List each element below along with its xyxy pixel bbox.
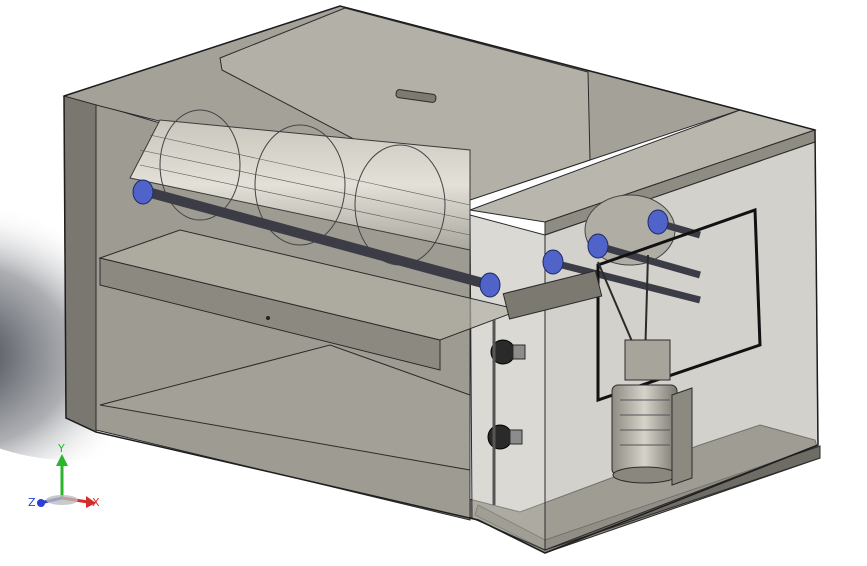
triad-origin: [46, 495, 78, 505]
cad-3d-viewport[interactable]: [0, 0, 867, 562]
front-panel: [469, 214, 546, 551]
bearing-front[interactable]: [479, 272, 501, 298]
bearing-left[interactable]: [132, 179, 154, 205]
y-axis-arrowhead: [56, 454, 68, 466]
bearing-3[interactable]: [587, 233, 609, 259]
z-axis-label: Z: [28, 496, 36, 509]
x-axis-label: X: [92, 496, 100, 509]
motor-mount-bracket: [671, 387, 693, 486]
left-side-panel: [63, 95, 97, 433]
machine-model[interactable]: [0, 0, 867, 562]
tray-screw: [266, 316, 270, 320]
bearing-2[interactable]: [542, 249, 564, 275]
bearing-4[interactable]: [647, 209, 669, 235]
z-axis-head: [37, 499, 45, 507]
y-axis-label: Y: [57, 442, 65, 455]
axis-triad: Y X Z: [26, 440, 106, 520]
